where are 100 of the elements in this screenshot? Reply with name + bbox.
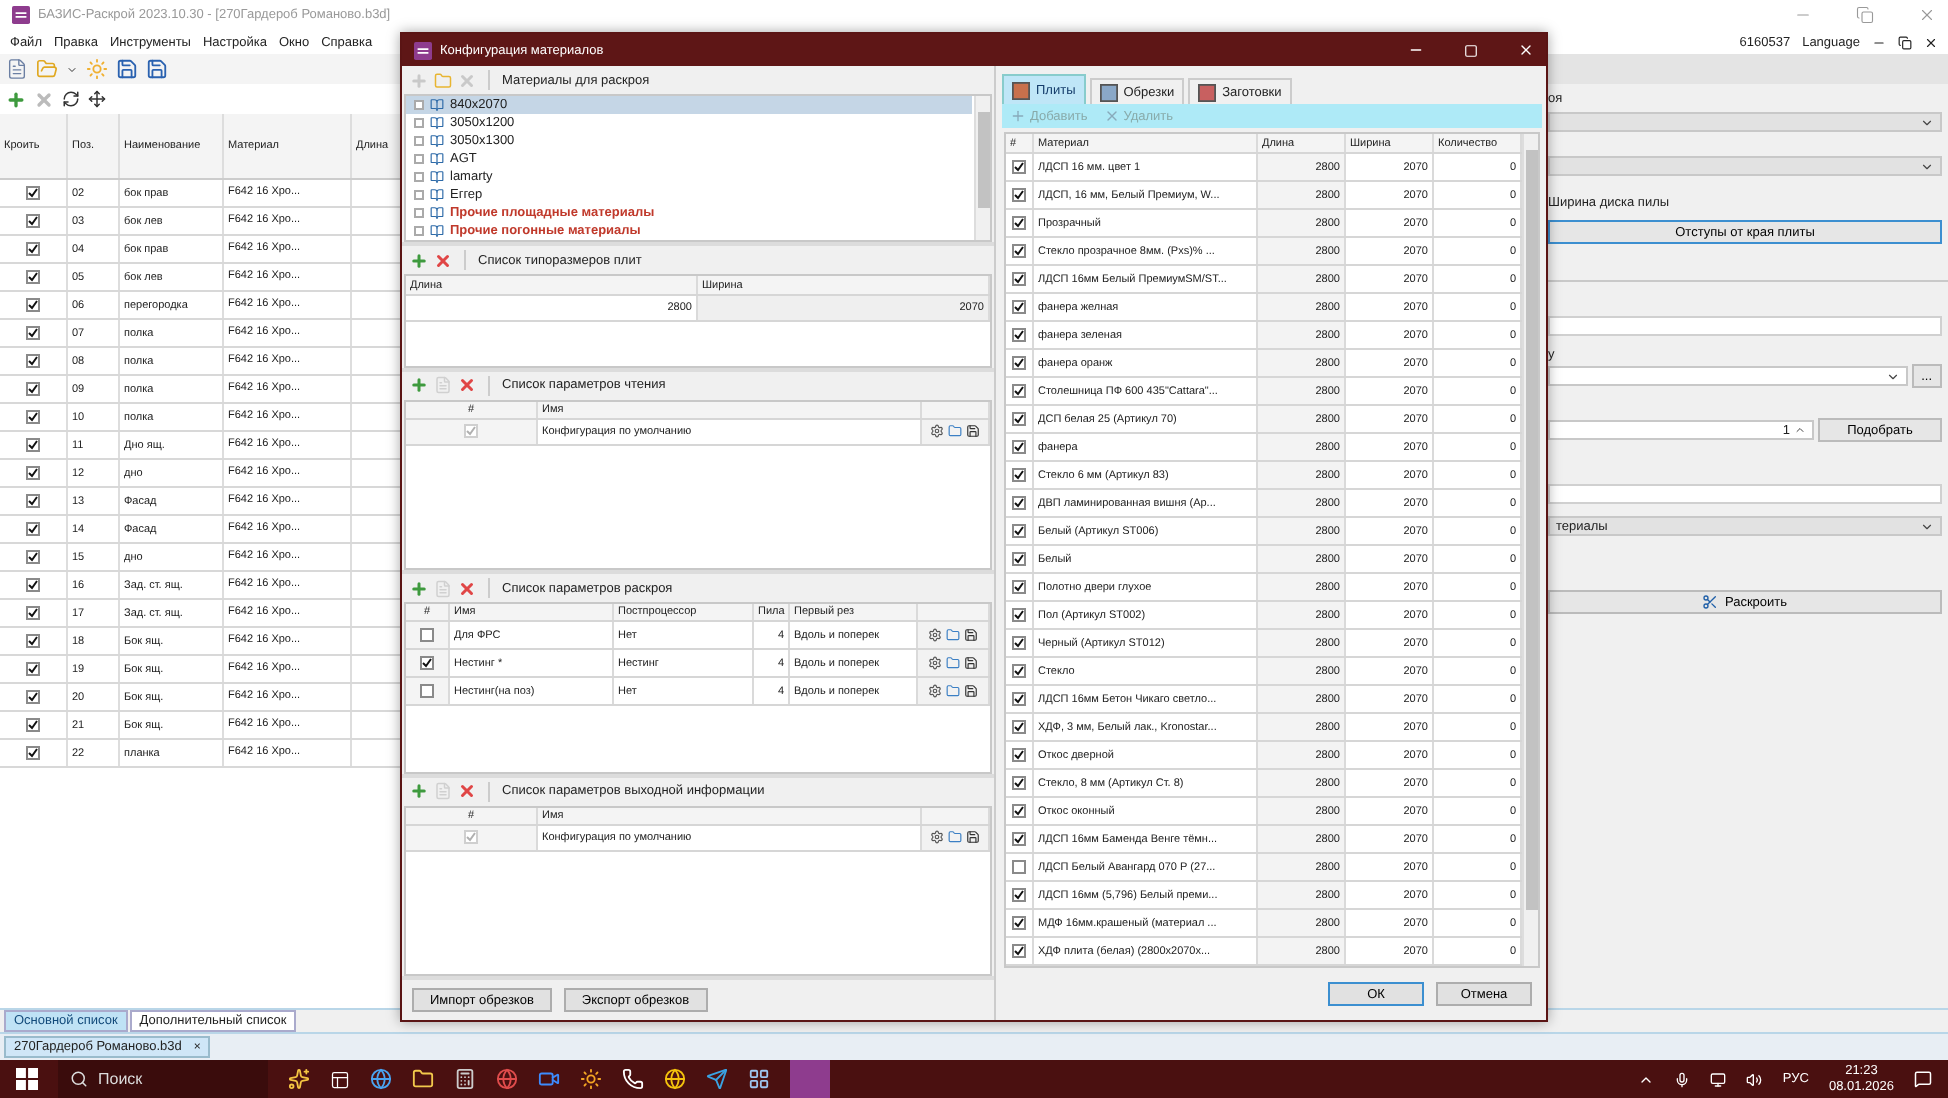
add-icon[interactable]	[410, 782, 428, 801]
speaker-icon[interactable]	[1746, 1071, 1763, 1087]
app-icon[interactable]	[748, 1068, 770, 1090]
checkbox[interactable]	[26, 606, 40, 620]
windows-start-icon[interactable]	[16, 1068, 38, 1090]
checkbox[interactable]	[1012, 216, 1026, 230]
chevron-down-icon[interactable]	[1920, 519, 1934, 533]
save-icon[interactable]	[966, 830, 980, 845]
delete-icon[interactable]	[458, 579, 476, 598]
video-icon[interactable]	[538, 1068, 560, 1090]
checkbox[interactable]	[1012, 636, 1026, 650]
checkbox[interactable]	[1012, 440, 1026, 454]
checkbox[interactable]	[420, 656, 434, 671]
checkbox[interactable]	[1012, 160, 1026, 174]
phone-icon[interactable]	[622, 1068, 644, 1090]
add-icon[interactable]	[6, 89, 26, 109]
checkbox[interactable]	[26, 382, 40, 396]
checkbox[interactable]	[1012, 524, 1026, 538]
checkbox[interactable]	[26, 298, 40, 312]
checkbox[interactable]	[26, 242, 40, 256]
caret-icon[interactable]	[66, 63, 78, 75]
input-field[interactable]	[1548, 484, 1942, 504]
settings-icon[interactable]	[930, 424, 944, 439]
calculator-icon[interactable]	[454, 1068, 476, 1090]
save-as-icon[interactable]	[146, 58, 168, 80]
checkbox[interactable]	[420, 628, 434, 643]
checkbox[interactable]	[1012, 832, 1026, 846]
save-icon[interactable]	[966, 424, 980, 439]
move-icon[interactable]	[88, 90, 106, 108]
notification-icon[interactable]	[1914, 1070, 1932, 1088]
search-field[interactable]: Поиск	[58, 1060, 268, 1098]
checkbox[interactable]	[1012, 916, 1026, 930]
globe-icon[interactable]	[496, 1068, 518, 1090]
chevron-down-icon[interactable]	[1920, 159, 1934, 173]
send-icon[interactable]	[706, 1068, 728, 1090]
save-icon[interactable]	[116, 58, 138, 80]
settings-icon[interactable]	[928, 628, 942, 643]
sun-icon[interactable]	[580, 1068, 602, 1090]
browser-icon[interactable]	[664, 1068, 686, 1090]
add-icon[interactable]	[410, 579, 428, 598]
maximize-icon[interactable]	[1464, 43, 1478, 57]
checkbox[interactable]	[26, 410, 40, 424]
checkbox[interactable]	[1012, 552, 1026, 566]
chevron-down-icon[interactable]	[1920, 115, 1934, 129]
save-icon[interactable]	[964, 628, 978, 643]
checkbox[interactable]	[1012, 804, 1026, 818]
settings-icon[interactable]	[928, 656, 942, 671]
add-icon[interactable]	[410, 376, 428, 395]
checkbox[interactable]	[26, 578, 40, 592]
checkbox[interactable]	[26, 634, 40, 648]
checkbox[interactable]	[1012, 272, 1026, 286]
checkbox[interactable]	[26, 214, 40, 228]
save-icon[interactable]	[964, 656, 978, 671]
checkbox[interactable]	[1012, 944, 1026, 958]
checkbox[interactable]	[1012, 860, 1026, 874]
sparkle-icon[interactable]	[288, 1068, 310, 1090]
input-field[interactable]	[1548, 316, 1942, 336]
checkbox[interactable]	[1012, 748, 1026, 762]
checkbox[interactable]	[1012, 328, 1026, 342]
chevron-down-icon[interactable]	[1885, 369, 1900, 383]
save-icon[interactable]	[964, 684, 978, 699]
checkbox[interactable]	[1012, 776, 1026, 790]
browser-icon[interactable]	[370, 1068, 392, 1090]
checkbox[interactable]	[26, 550, 40, 564]
checkbox[interactable]	[26, 718, 40, 732]
checkbox[interactable]	[26, 746, 40, 760]
checkbox[interactable]	[1012, 188, 1026, 202]
checkbox[interactable]	[1012, 356, 1026, 370]
delete-icon[interactable]	[458, 376, 476, 395]
delete-icon[interactable]	[458, 782, 476, 801]
checkbox[interactable]	[26, 438, 40, 452]
refresh-icon[interactable]	[62, 90, 80, 108]
task-view-icon[interactable]	[330, 1069, 350, 1089]
scrollbar[interactable]	[1522, 134, 1538, 966]
checkbox[interactable]	[26, 270, 40, 284]
scrollbar[interactable]	[974, 96, 990, 240]
checkbox[interactable]	[420, 684, 434, 699]
checkbox[interactable]	[1012, 300, 1026, 314]
checkbox[interactable]	[1012, 664, 1026, 678]
spinner-arrows-icon[interactable]	[1794, 424, 1806, 436]
checkbox[interactable]	[26, 690, 40, 704]
checkbox[interactable]	[1012, 244, 1026, 258]
add-icon[interactable]	[410, 251, 428, 269]
network-icon[interactable]	[1710, 1071, 1727, 1087]
microphone-icon[interactable]	[1674, 1071, 1691, 1087]
checkbox[interactable]	[26, 466, 40, 480]
close-icon[interactable]	[1924, 35, 1938, 49]
checkbox[interactable]	[26, 494, 40, 508]
checkbox[interactable]	[1012, 496, 1026, 510]
settings-icon[interactable]	[930, 830, 944, 845]
checkbox[interactable]	[1012, 580, 1026, 594]
checkbox[interactable]	[1012, 384, 1026, 398]
checkbox[interactable]	[1012, 720, 1026, 734]
checkbox[interactable]	[1012, 692, 1026, 706]
checkbox[interactable]	[26, 522, 40, 536]
checkbox[interactable]	[26, 326, 40, 340]
folder-icon[interactable]	[412, 1068, 434, 1090]
restore-icon[interactable]	[1898, 35, 1912, 49]
checkbox[interactable]	[26, 186, 40, 200]
checkbox[interactable]	[1012, 608, 1026, 622]
